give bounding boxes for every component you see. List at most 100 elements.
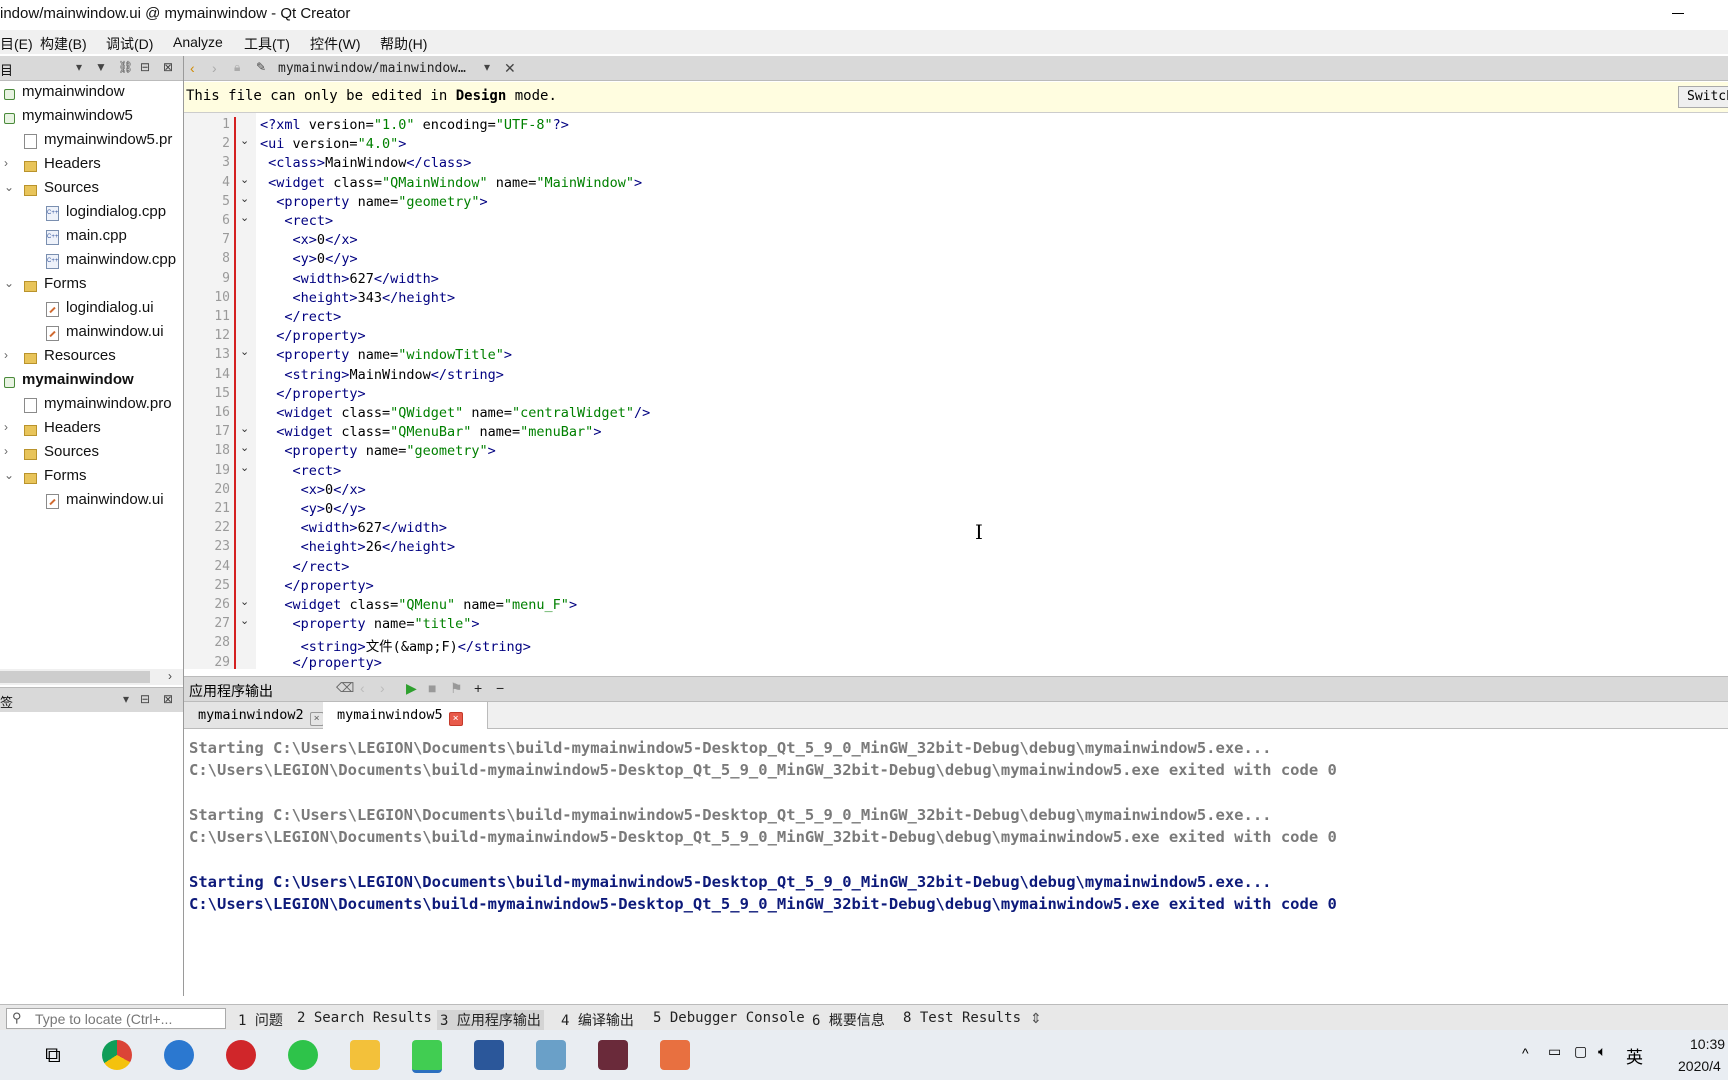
tree-item[interactable]: mymainwindow5.pr <box>0 129 183 153</box>
scroll-right-icon[interactable]: › <box>168 669 172 683</box>
previous-icon[interactable]: ‹ <box>360 680 365 696</box>
tree-item[interactable]: mymainwindow.pro <box>0 393 183 417</box>
stop-icon[interactable]: ■ <box>428 680 436 696</box>
pane-general-messages[interactable]: 6 概要信息 <box>812 1010 885 1030</box>
tab-mymainwindow5[interactable]: mymainwindow5 × <box>323 702 488 729</box>
tab-mymainwindow2[interactable]: mymainwindow2 × <box>184 702 337 728</box>
clock-app-icon[interactable] <box>164 1040 194 1070</box>
fold-arrow-icon[interactable]: ⌄ <box>240 173 249 186</box>
filter-icon[interactable]: ▼ <box>95 60 107 74</box>
tree-item[interactable]: ⌄ Sources <box>0 177 183 201</box>
expand-arrow-icon[interactable]: › <box>4 420 8 434</box>
tree-item[interactable]: mymainwindow <box>0 369 183 393</box>
dropdown-arrow-icon[interactable]: ▾ <box>484 60 490 74</box>
video-editor-icon[interactable] <box>598 1040 628 1070</box>
task-view-icon[interactable]: ⧉ <box>38 1040 68 1070</box>
close-tab-icon[interactable]: × <box>448 712 463 726</box>
pane-application-output[interactable]: 3 应用程序输出 <box>437 1010 544 1030</box>
fold-arrow-icon[interactable]: ⌄ <box>240 595 249 608</box>
expand-arrow-icon[interactable]: › <box>4 444 8 458</box>
netease-music-icon[interactable] <box>226 1040 256 1070</box>
tray-up-icon[interactable]: ^ <box>1522 1045 1529 1061</box>
pane-search-results[interactable]: 2 Search Results <box>297 1010 432 1026</box>
clock-date[interactable]: 2020/4 <box>1678 1058 1721 1074</box>
switch-mode-button[interactable]: Switch <box>1678 86 1728 108</box>
menu-help[interactable]: 帮助(H) <box>380 34 427 54</box>
dropdown-arrow-icon[interactable]: ▾ <box>76 60 82 74</box>
next-icon[interactable]: › <box>380 680 385 696</box>
fold-arrow-icon[interactable]: ⌄ <box>240 134 249 147</box>
volume-icon[interactable]: 🔈︎ <box>1598 1043 1606 1060</box>
menu-analyze[interactable]: Analyze <box>173 34 223 50</box>
editor-file-selector[interactable]: mymainwindow/mainwindow… <box>278 61 466 76</box>
pane-test-results[interactable]: 8 Test Results <box>903 1010 1021 1026</box>
fold-arrow-icon[interactable]: ⌄ <box>240 192 249 205</box>
pane-compile-output[interactable]: 4 编译输出 <box>561 1010 634 1030</box>
qt-creator-icon[interactable] <box>412 1040 442 1073</box>
split-icon[interactable]: ⊟ <box>140 692 150 706</box>
tree-item[interactable]: › Headers <box>0 417 183 441</box>
tree-item[interactable]: mymainwindow5 <box>0 105 183 129</box>
paint-icon[interactable] <box>660 1040 690 1070</box>
collapse-arrow-icon[interactable]: ⌄ <box>4 468 14 482</box>
scrollbar-thumb[interactable] <box>0 671 150 683</box>
zoom-in-icon[interactable]: + <box>474 680 482 696</box>
fold-arrow-icon[interactable]: ⌄ <box>240 461 249 474</box>
fold-arrow-icon[interactable]: ⌄ <box>240 614 249 627</box>
tree-item[interactable]: C++ mainwindow.cpp <box>0 249 183 273</box>
chrome-icon[interactable] <box>102 1040 132 1070</box>
more-panes-icon[interactable]: ⇕ <box>1030 1010 1042 1027</box>
menu-edit[interactable]: 目(E) <box>0 34 33 54</box>
locator-input[interactable]: ⚲ Type to locate (Ctrl+... <box>6 1008 226 1029</box>
fold-arrow-icon[interactable]: ⌄ <box>240 441 249 454</box>
project-view-title[interactable]: 目 <box>0 60 13 79</box>
tree-item[interactable]: ⌄ Forms <box>0 465 183 489</box>
tree-item[interactable]: ⌄ Forms <box>0 273 183 297</box>
collapse-arrow-icon[interactable]: ⌄ <box>4 180 14 194</box>
tree-item[interactable]: C++ main.cpp <box>0 225 183 249</box>
close-tab-icon[interactable]: × <box>309 712 324 726</box>
minimize-button[interactable] <box>1666 2 1690 24</box>
tree-item[interactable]: › Headers <box>0 153 183 177</box>
menu-build[interactable]: 构建(B) <box>40 34 87 54</box>
network-icon[interactable]: ▢ <box>1574 1043 1587 1060</box>
menu-tools[interactable]: 工具(T) <box>244 34 290 54</box>
link-icon[interactable]: ⛓ <box>118 60 133 74</box>
clear-output-icon[interactable]: ⌫ <box>336 680 354 696</box>
menu-debug[interactable]: 调试(D) <box>106 34 153 54</box>
collapse-arrow-icon[interactable]: ⌄ <box>4 276 14 290</box>
battery-icon[interactable]: ▭ <box>1548 1043 1561 1060</box>
tree-item[interactable]: › Resources <box>0 345 183 369</box>
menu-controls[interactable]: 控件(W) <box>310 34 361 54</box>
horizontal-scrollbar[interactable]: › <box>0 669 183 685</box>
tree-item[interactable]: mymainwindow <box>0 81 183 105</box>
expand-arrow-icon[interactable]: › <box>4 348 8 362</box>
zoom-out-icon[interactable]: − <box>496 680 504 696</box>
file-explorer-icon[interactable] <box>350 1040 380 1070</box>
tree-item[interactable]: › Sources <box>0 441 183 465</box>
run-icon[interactable]: ▶ <box>406 680 417 697</box>
fold-arrow-icon[interactable]: ⌄ <box>240 211 249 224</box>
word-icon[interactable] <box>474 1040 504 1070</box>
tree-item[interactable]: C++ logindialog.cpp <box>0 201 183 225</box>
back-icon[interactable]: ‹ <box>190 60 195 76</box>
tree-item[interactable]: logindialog.ui <box>0 297 183 321</box>
fold-arrow-icon[interactable]: ⌄ <box>240 422 249 435</box>
tree-item[interactable]: mainwindow.ui <box>0 321 183 345</box>
close-document-icon[interactable]: ✕ <box>504 60 516 77</box>
application-output[interactable]: Starting C:\Users\LEGION\Documents\build… <box>184 729 1728 1004</box>
pane-issues[interactable]: 1 问题 <box>238 1010 283 1030</box>
close-pane-icon[interactable]: ⊠ <box>163 692 173 706</box>
fold-arrow-icon[interactable]: ⌄ <box>240 345 249 358</box>
expand-arrow-icon[interactable]: › <box>4 156 8 170</box>
wechat-icon[interactable] <box>288 1040 318 1070</box>
close-pane-icon[interactable]: ⊠ <box>163 60 173 74</box>
clock-time[interactable]: 10:39 <box>1690 1036 1725 1052</box>
dropdown-arrow-icon[interactable]: ▾ <box>123 692 129 706</box>
forward-icon[interactable]: › <box>212 60 217 76</box>
ime-indicator[interactable]: 英 <box>1626 1043 1643 1068</box>
tree-item[interactable]: mainwindow.ui <box>0 489 183 513</box>
pane-debugger-console[interactable]: 5 Debugger Console <box>653 1010 805 1026</box>
split-icon[interactable]: ⊟ <box>140 60 150 74</box>
attach-icon[interactable]: ⚑ <box>450 680 463 697</box>
